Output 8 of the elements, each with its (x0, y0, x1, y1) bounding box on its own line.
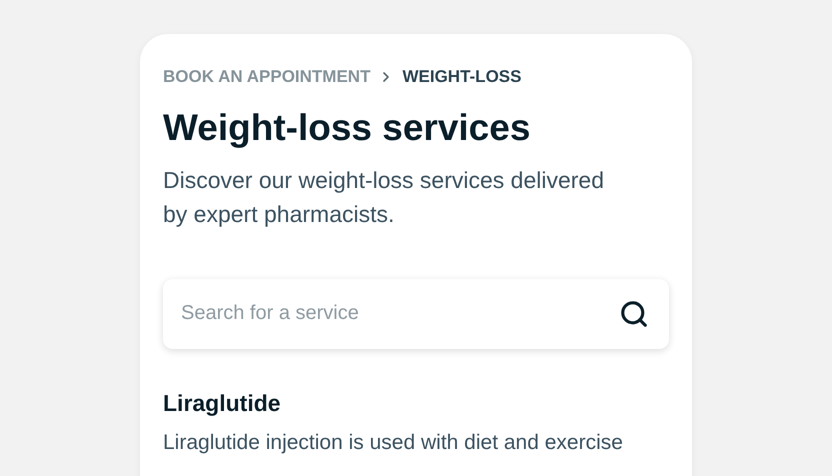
search-icon[interactable] (619, 298, 649, 328)
service-title: Liraglutide (163, 388, 282, 416)
breadcrumb-link[interactable]: BOOK AN APPOINTMENT (163, 64, 370, 90)
page-title: Weight-loss services (163, 106, 532, 150)
breadcrumb-current: WEIGHT-LOSS (402, 66, 522, 88)
search-field[interactable]: Search for a service (163, 278, 669, 348)
service-description: Liraglutide injection is used with diet and exercise (163, 430, 624, 456)
page-description: Discover our weight-loss services delivered by expert pharmacists. (163, 166, 605, 229)
